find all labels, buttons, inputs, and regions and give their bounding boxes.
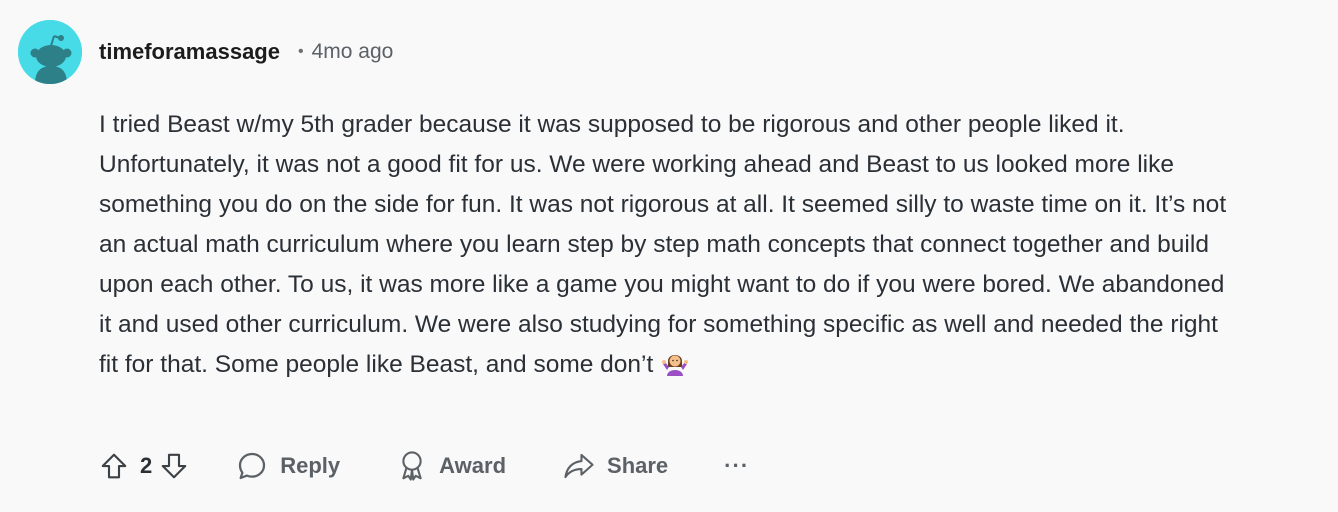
upvote-arrow-icon xyxy=(101,453,127,479)
reply-label: Reply xyxy=(280,453,341,478)
comment-meta: timeforamassage • 4mo ago xyxy=(99,36,393,68)
username-link[interactable]: timeforamassage xyxy=(99,39,280,65)
vote-controls: 2 xyxy=(96,448,192,484)
avatar[interactable] xyxy=(18,20,82,84)
vote-count: 2 xyxy=(140,453,153,478)
share-button[interactable]: Share xyxy=(563,451,668,481)
reddit-snoo-avatar-icon xyxy=(18,20,82,84)
share-arrow-icon xyxy=(563,451,595,481)
speech-bubble-icon xyxy=(236,450,268,482)
upvote-button[interactable] xyxy=(96,448,132,484)
reply-button[interactable]: Reply xyxy=(236,450,340,482)
share-label: Share xyxy=(607,453,669,478)
award-ribbon-icon xyxy=(397,450,427,482)
comment-card: timeforamassage • 4mo ago I tried Beast … xyxy=(0,0,1338,512)
award-button[interactable]: Award xyxy=(397,450,506,482)
downvote-button[interactable] xyxy=(156,448,192,484)
meta-separator: • xyxy=(297,43,304,60)
comment-text: I tried Beast w/my 5th grader because it… xyxy=(99,111,1227,378)
downvote-arrow-icon xyxy=(161,453,187,479)
timestamp: 4mo ago xyxy=(311,40,394,63)
comment-action-bar: 2 Reply Award Share ··· xyxy=(96,446,749,486)
comment-body: I tried Beast w/my 5th grader because it… xyxy=(99,105,1234,385)
more-options-button[interactable]: ··· xyxy=(724,453,749,479)
woman-shrugging-emoji xyxy=(662,355,689,376)
award-label: Award xyxy=(439,453,507,478)
